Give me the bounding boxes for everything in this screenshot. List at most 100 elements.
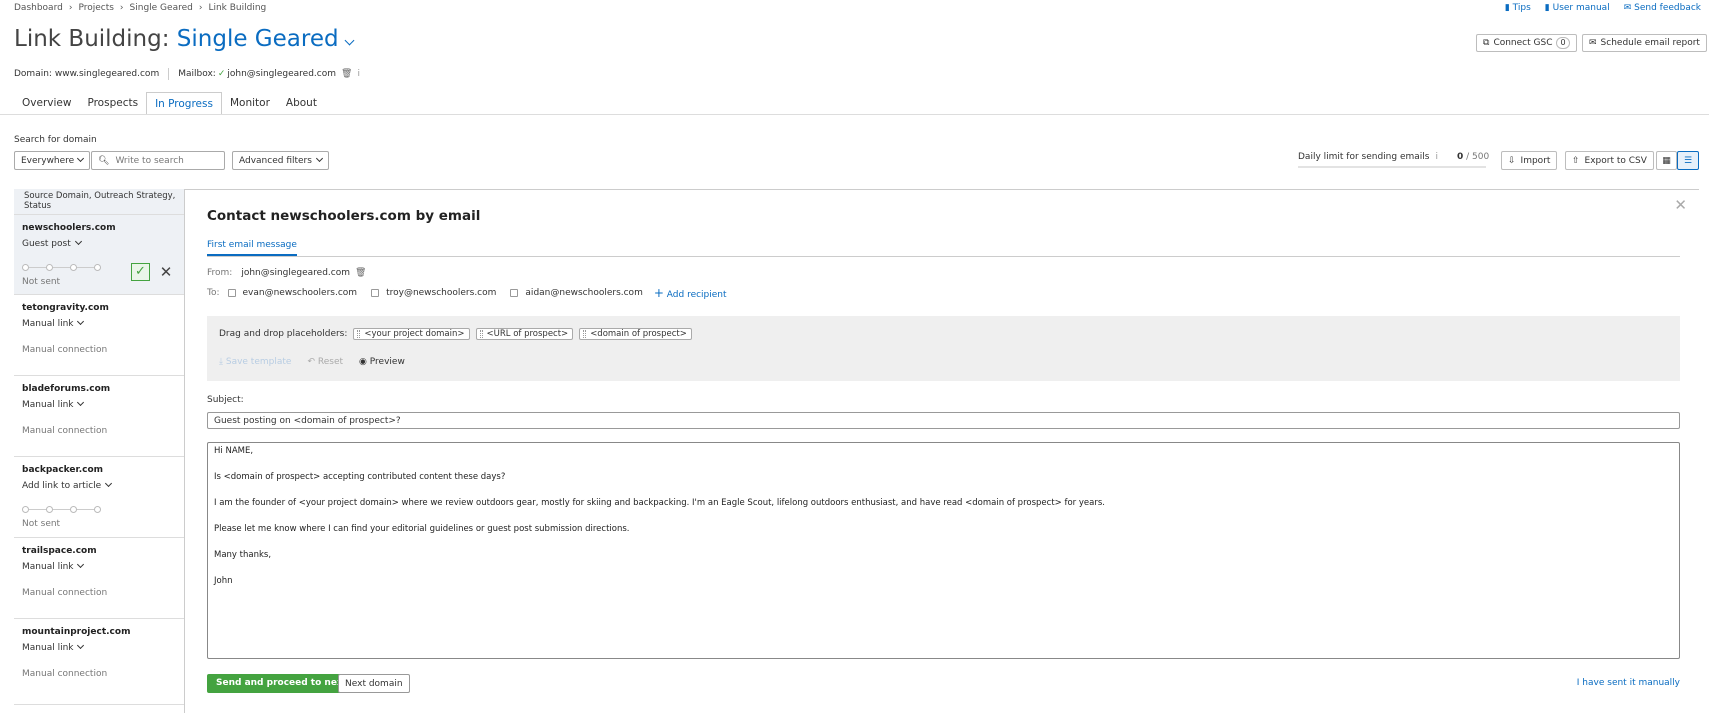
sidebar-item-status: Not sent xyxy=(22,519,61,529)
sent-manually-link[interactable]: I have sent it manually xyxy=(1577,678,1680,688)
tab-monitor[interactable]: Monitor xyxy=(222,92,278,115)
eye-icon: ◉ xyxy=(359,357,367,367)
chevron-right-icon: › xyxy=(119,3,124,13)
strategy-dropdown[interactable]: Add link to article xyxy=(22,479,113,491)
send-and-proceed-button[interactable]: Send and proceed to next xyxy=(207,674,357,693)
sidebar-item-bladeforums[interactable]: bladeforums.com Manual link Manual conne… xyxy=(14,376,184,457)
trash-icon[interactable]: 🗑 xyxy=(355,268,366,278)
chevron-down-icon xyxy=(105,479,113,488)
chevron-down-icon xyxy=(77,560,85,569)
strategy-dropdown[interactable]: Manual link xyxy=(22,641,85,653)
tips-link[interactable]: ▮ Tips xyxy=(1505,3,1531,13)
table-icon: ▦ xyxy=(1662,155,1671,166)
recipient-troy[interactable]: troy@newschoolers.com xyxy=(371,288,496,298)
connect-gsc-button[interactable]: ⧉ Connect GSC 0 xyxy=(1476,34,1577,52)
grid-view-button[interactable]: ▦ xyxy=(1656,151,1677,170)
placeholder-url-prospect[interactable]: <URL of prospect> xyxy=(475,328,574,340)
sidebar-item-mountainproject[interactable]: mountainproject.com Manual link Manual c… xyxy=(14,619,184,705)
chevron-down-icon xyxy=(77,317,85,326)
tab-first-email[interactable]: First email message xyxy=(207,240,297,256)
strategy-dropdown[interactable]: Manual link xyxy=(22,317,85,329)
send-feedback-link[interactable]: ✉ Send feedback xyxy=(1624,3,1701,13)
preview-button[interactable]: ◉ Preview xyxy=(359,357,405,367)
check-icon: ✓ xyxy=(217,69,226,79)
search-input[interactable]: 🔍︎ Write to search xyxy=(91,151,225,170)
sidebar-item-domain: tetongravity.com xyxy=(22,303,109,313)
tab-overview[interactable]: Overview xyxy=(14,92,79,115)
sidebar-item-trailspace[interactable]: trailspace.com Manual link Manual connec… xyxy=(14,538,184,619)
header-links: ▮ Tips ▮ User manual ✉ Send feedback xyxy=(1505,3,1701,13)
progress-steps xyxy=(22,264,101,271)
sidebar-item-status: Manual connection xyxy=(22,345,108,355)
recipient-evan[interactable]: evan@newschoolers.com xyxy=(227,288,357,298)
template-actions: ⤓ Save template ↶ Reset ◉ Preview xyxy=(219,357,405,367)
recipient-checkbox[interactable] xyxy=(371,288,380,297)
daily-limit-label: Daily limit for sending emails ⅰ xyxy=(1298,152,1438,162)
breadcrumb-current: Link Building xyxy=(208,3,267,13)
sidebar-item-status: Not sent xyxy=(22,277,61,287)
email-body-textarea[interactable]: Hi NAME, Is <domain of prospect> accepti… xyxy=(207,442,1680,659)
page-title: Link Building: Single Geared xyxy=(14,26,355,52)
sidebar-item-status: Manual connection xyxy=(22,426,108,436)
recipient-checkbox[interactable] xyxy=(510,288,519,297)
sidebar-item-domain: newschoolers.com xyxy=(22,223,116,233)
undo-icon: ↶ xyxy=(307,357,315,367)
gsc-icon: ⧉ xyxy=(1483,38,1490,48)
schedule-email-report-button[interactable]: ✉ Schedule email report xyxy=(1582,34,1707,52)
list-icon: ☰ xyxy=(1683,155,1693,166)
tab-about[interactable]: About xyxy=(278,92,325,115)
body-signoff: Many thanks, xyxy=(214,550,272,560)
search-label: Search for domain xyxy=(14,135,97,145)
import-button[interactable]: ⇩ Import xyxy=(1501,151,1558,170)
list-view-button[interactable]: ☰ xyxy=(1677,151,1699,170)
recipient-aidan[interactable]: aidan@newschoolers.com xyxy=(510,288,643,298)
next-domain-button[interactable]: Next domain xyxy=(338,674,410,693)
sidebar-item-tetongravity[interactable]: tetongravity.com Manual link Manual conn… xyxy=(14,295,184,376)
body-line: Please let me know where I can find your… xyxy=(214,524,630,534)
breadcrumb-project[interactable]: Single Geared xyxy=(130,3,193,13)
add-recipient-link[interactable]: + Add recipient xyxy=(654,286,727,300)
subject-input[interactable]: Guest posting on <domain of prospect>? xyxy=(207,412,1680,429)
body-line: I am the founder of <your project domain… xyxy=(214,498,1105,508)
approve-button[interactable]: ✓ xyxy=(131,263,150,281)
search-scope-select[interactable]: Everywhere xyxy=(14,151,90,170)
placeholder-project-domain[interactable]: <your project domain> xyxy=(353,328,470,340)
sidebar-item-backpacker[interactable]: backpacker.com Add link to article Not s… xyxy=(14,457,184,538)
sidebar-item-status: Manual connection xyxy=(22,669,108,679)
export-csv-button[interactable]: ⇧ Export to CSV xyxy=(1565,151,1654,170)
recipient-checkbox[interactable] xyxy=(227,288,236,297)
save-template-button[interactable]: ⤓ Save template xyxy=(219,357,291,367)
breadcrumb-dashboard[interactable]: Dashboard xyxy=(14,3,63,13)
trash-icon[interactable]: 🗑 xyxy=(341,69,352,79)
placeholder-domain-prospect[interactable]: <domain of prospect> xyxy=(579,328,692,340)
advanced-filters-button[interactable]: Advanced filters xyxy=(232,151,329,170)
sidebar-header: Source Domain, Outreach Strategy, Status xyxy=(14,189,184,215)
user-manual-link[interactable]: ▮ User manual xyxy=(1545,3,1610,13)
close-panel-button[interactable]: ✕ xyxy=(1674,196,1687,214)
placeholders-panel: Drag and drop placeholders: <your projec… xyxy=(207,316,1680,381)
tab-in-progress[interactable]: In Progress xyxy=(146,92,222,115)
to-row: To: evan@newschoolers.com troy@newschool… xyxy=(207,286,727,300)
email-tabs-divider xyxy=(207,256,1680,257)
strategy-dropdown[interactable]: Guest post xyxy=(22,237,82,249)
info-icon[interactable]: ⅰ xyxy=(357,69,360,79)
mailbox-address: john@singlegeared.com xyxy=(227,69,337,79)
daily-limit-bar xyxy=(1298,166,1486,168)
body-signature: John xyxy=(214,576,233,586)
subject-label: Subject: xyxy=(207,395,244,405)
strategy-dropdown[interactable]: Manual link xyxy=(22,560,85,572)
breadcrumb-projects[interactable]: Projects xyxy=(78,3,113,13)
tabs-divider xyxy=(0,114,1709,115)
main-tabs: Overview Prospects In Progress Monitor A… xyxy=(14,92,325,115)
reset-button[interactable]: ↶ Reset xyxy=(307,357,343,367)
chevron-right-icon: › xyxy=(68,3,73,13)
strategy-dropdown[interactable]: Manual link xyxy=(22,398,85,410)
export-icon: ⇧ xyxy=(1572,155,1580,166)
search-icon: 🔍︎ xyxy=(98,155,110,166)
project-selector[interactable]: Single Geared xyxy=(177,26,355,52)
sidebar-item-newschoolers[interactable]: newschoolers.com Guest post Not sent ✓ ✕ xyxy=(14,215,184,295)
tab-prospects[interactable]: Prospects xyxy=(79,92,146,115)
reject-button[interactable]: ✕ xyxy=(157,263,175,281)
info-icon[interactable]: ⅰ xyxy=(1435,152,1438,162)
chevron-down-icon xyxy=(315,154,323,163)
